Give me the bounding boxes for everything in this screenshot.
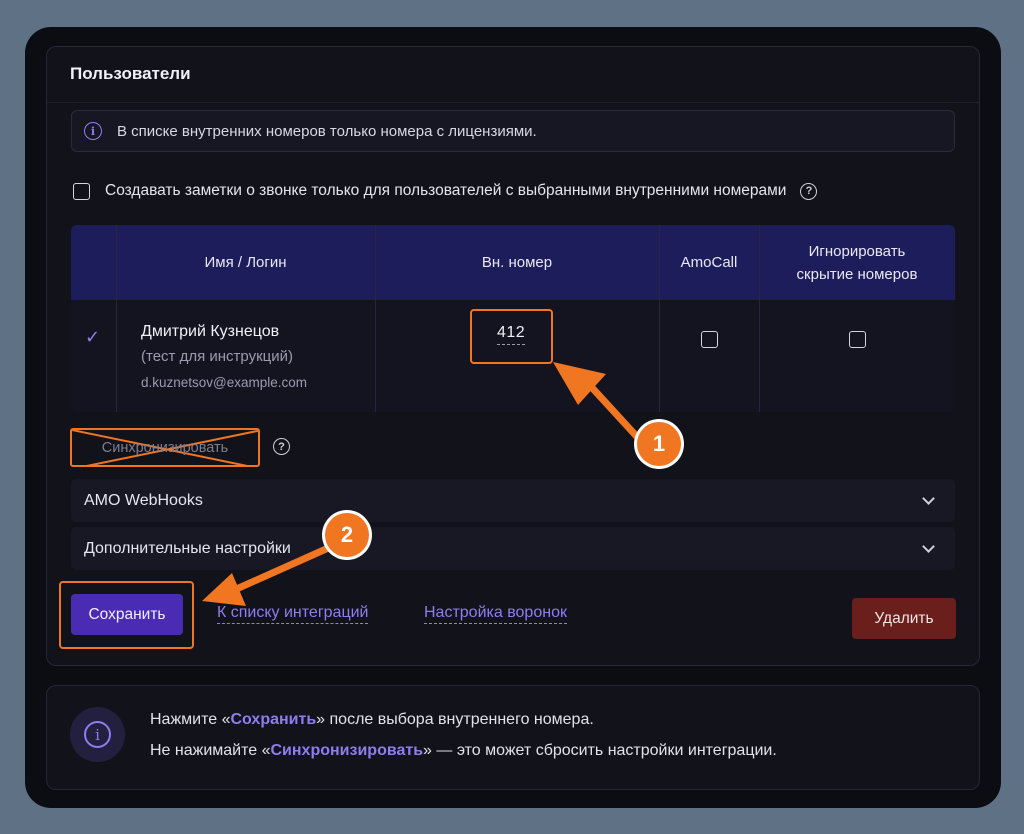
hint-line-2: Не нажимайте «Синхронизировать» — это мо… xyxy=(150,742,777,759)
hint-save-word: Сохранить xyxy=(230,711,317,728)
notes-checkbox[interactable] xyxy=(73,182,90,200)
hint-line-1: Нажмите «Сохранить» после выбора внутрен… xyxy=(150,711,594,728)
user-name: Дмитрий Кузнецов xyxy=(141,323,280,340)
extension-highlight xyxy=(470,309,553,364)
info-icon: i xyxy=(70,707,125,762)
header-ignore-hidden[interactable]: Игнорировать скрытие номеров xyxy=(759,225,955,300)
amocall-checkbox[interactable] xyxy=(701,331,718,348)
notes-option: Создавать заметки о звонке только для по… xyxy=(73,182,818,200)
integrations-list-link[interactable]: К списку интеграций xyxy=(217,604,369,624)
header-amocall[interactable]: AmoCall xyxy=(659,225,759,300)
divider xyxy=(47,102,979,103)
panel-title: Пользователи xyxy=(70,64,191,83)
notice-text: В списке внутренних номеров только номер… xyxy=(117,122,537,140)
header-ignore-line1: Игнорировать xyxy=(808,242,906,260)
accordion-advanced[interactable]: Дополнительные настройки xyxy=(71,527,955,570)
delete-button[interactable]: Удалить xyxy=(852,598,956,639)
question-circle-icon[interactable]: ? xyxy=(800,182,818,200)
funnels-settings-link[interactable]: Настройка воронок xyxy=(424,604,567,624)
accordion-advanced-label: Дополнительные настройки xyxy=(84,539,291,557)
user-note: (тест для инструкций) xyxy=(141,348,293,365)
accordion-webhooks-label: AMO WebHooks xyxy=(84,491,203,509)
question-circle-icon[interactable]: ? xyxy=(273,438,290,455)
step-badge-2: 2 xyxy=(325,513,369,557)
accordion-webhooks[interactable]: AMO WebHooks xyxy=(71,479,955,522)
license-notice: i В списке внутренних номеров только ном… xyxy=(71,110,955,152)
header-ext[interactable]: Вн. номер xyxy=(375,225,659,300)
chevron-down-icon xyxy=(922,540,935,553)
checkmark-icon[interactable]: ✓ xyxy=(85,327,100,348)
user-email: d.kuznetsov@example.com xyxy=(141,375,308,390)
save-button[interactable]: Сохранить xyxy=(71,594,183,635)
sync-button[interactable]: Синхронизировать xyxy=(70,428,260,467)
footer-hint xyxy=(46,685,980,790)
chevron-down-icon xyxy=(922,492,935,505)
ignore-hidden-checkbox[interactable] xyxy=(849,331,866,348)
step-badge-1: 1 xyxy=(637,422,681,466)
header-ignore-line2: скрытие номеров xyxy=(796,265,918,283)
header-name[interactable]: Имя / Логин xyxy=(116,225,375,300)
notes-checkbox-label[interactable]: Создавать заметки о звонке только для по… xyxy=(105,182,786,200)
sync-button-label: Синхронизировать xyxy=(101,439,229,456)
info-icon: i xyxy=(84,122,102,140)
hint-sync-word: Синхронизировать xyxy=(270,742,424,759)
